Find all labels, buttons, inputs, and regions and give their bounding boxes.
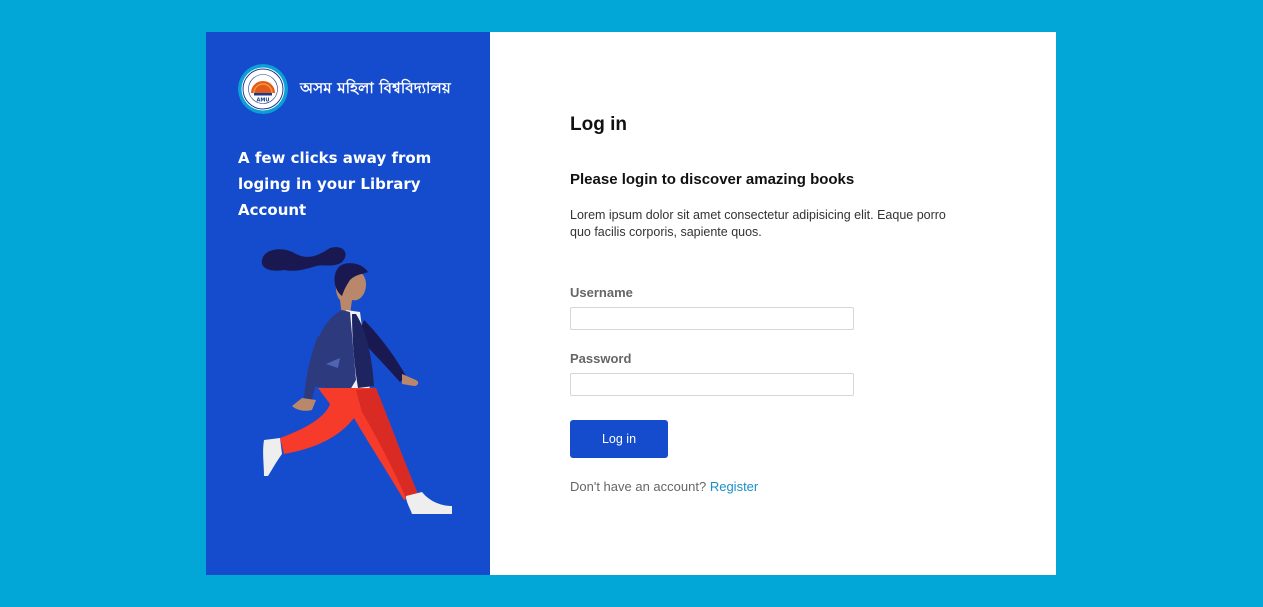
brand-panel: AMU অসম মহিলা বিশ্ববিদ্যালয় A few click… bbox=[206, 32, 490, 575]
brand-header: AMU অসম মহিলা বিশ্ববিদ্যালয় bbox=[238, 64, 451, 114]
university-seal-icon: AMU bbox=[238, 64, 288, 114]
username-input[interactable] bbox=[570, 307, 854, 330]
login-description: Lorem ipsum dolor sit amet consectetur a… bbox=[570, 208, 946, 239]
login-subtitle: Please login to discover amazing books bbox=[570, 171, 855, 188]
register-line: Don't have an account? Register bbox=[570, 479, 758, 494]
password-label: Password bbox=[570, 351, 632, 366]
university-name: অসম মহিলা বিশ্ববিদ্যালয় bbox=[300, 78, 451, 97]
logo-text: AMU bbox=[257, 98, 270, 104]
walking-woman-illustration bbox=[261, 247, 452, 514]
page-title: Log in bbox=[570, 114, 627, 135]
tagline: A few clicks away from loging in your Li… bbox=[238, 149, 432, 219]
register-prompt: Don't have an account? bbox=[570, 479, 707, 494]
login-button[interactable]: Log in bbox=[570, 420, 668, 458]
username-label: Username bbox=[570, 285, 633, 300]
login-card: AMU অসম মহিলা বিশ্ববিদ্যালয় A few click… bbox=[206, 32, 1056, 575]
password-input[interactable] bbox=[570, 373, 854, 396]
login-panel: Log in Please login to discover amazing … bbox=[490, 32, 1056, 575]
register-link[interactable]: Register bbox=[710, 479, 758, 494]
